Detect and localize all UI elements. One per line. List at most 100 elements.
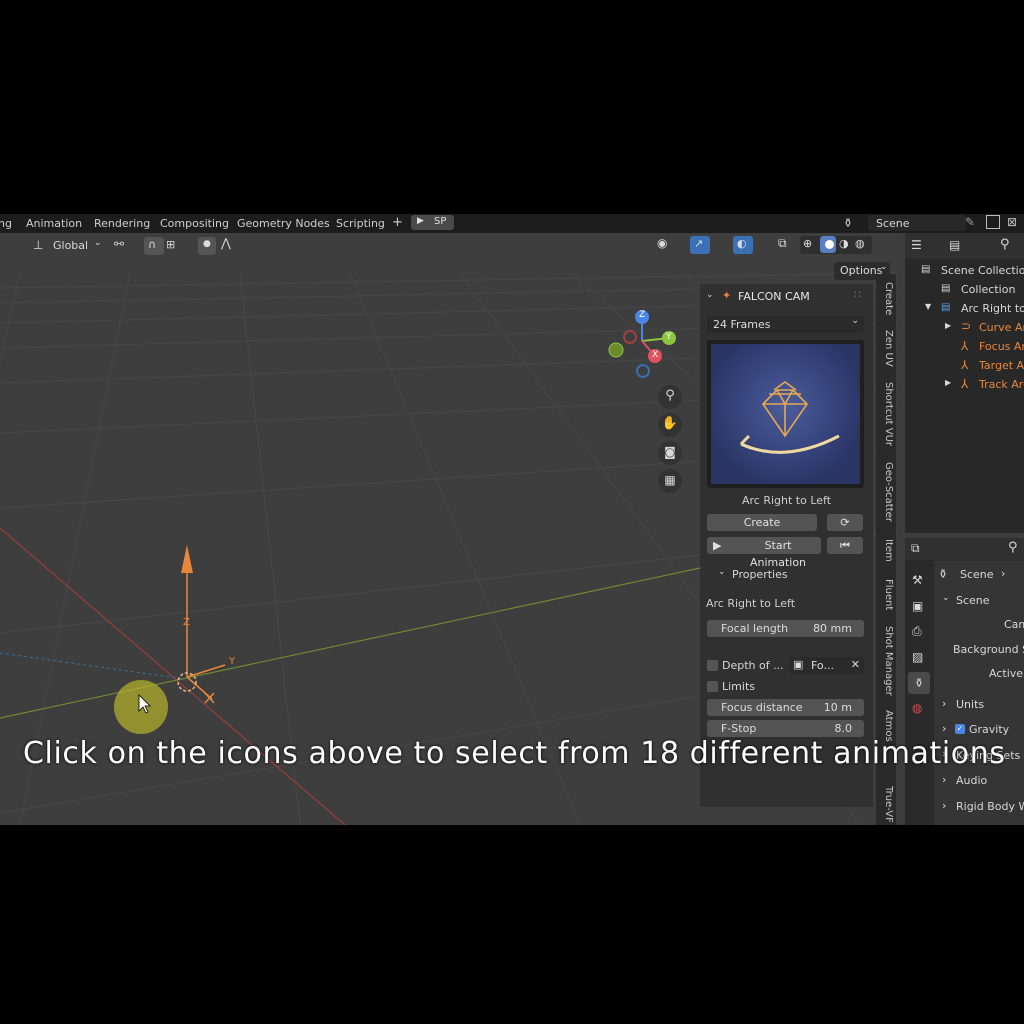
render-tab-icon[interactable]: ▣ <box>912 599 923 613</box>
refresh-button[interactable]: ⟳ <box>827 514 863 531</box>
focus-distance-label: Focus distance <box>721 701 803 714</box>
gizmo-x-label: X <box>652 350 659 360</box>
collapse-chevron-icon[interactable]: ⌄ <box>942 593 950 603</box>
outliner-row-target-arc[interactable]: Target Ar <box>979 359 1024 372</box>
f-stop-field[interactable]: F-Stop 8.0 <box>707 720 864 737</box>
sidebar-tab-zen-uv[interactable]: Zen UV <box>878 330 894 367</box>
xray-icon[interactable]: ⧉ <box>778 236 787 251</box>
create-button[interactable]: Create <box>707 514 817 531</box>
rendered-shading-icon[interactable]: ◍ <box>855 237 865 250</box>
tab-scripting[interactable]: Scripting <box>336 217 385 230</box>
search-icon[interactable]: ⚲ <box>1000 237 1010 252</box>
pin-icon[interactable]: ✎ <box>965 215 975 229</box>
preview-name: Arc Right to Left <box>741 494 832 507</box>
sidebar-tab-fluent[interactable]: Fluent <box>878 579 894 610</box>
limits-label: Limits <box>722 680 755 693</box>
output-tab-icon[interactable]: ⎙ <box>912 624 922 639</box>
chevron-right-icon: › <box>942 697 947 710</box>
sidebar-tab-shortcut[interactable]: Shortcut VUr <box>878 382 894 446</box>
limits-checkbox[interactable] <box>707 681 718 692</box>
collapse-chevron-icon[interactable]: ⌄ <box>706 290 714 300</box>
collapse-chevron-icon[interactable]: ⌄ <box>718 567 726 577</box>
sidebar-tab-true-vfx[interactable]: True-VF <box>878 786 894 823</box>
outliner-row-focus-arc[interactable]: Focus Arc <box>979 340 1024 353</box>
snap-toggle[interactable]: ∩ <box>144 237 164 255</box>
sidebar-tab-item[interactable]: Item <box>878 539 894 562</box>
gravity-checkbox[interactable]: ✓ <box>955 724 965 734</box>
sidebar-tab-geo-scatter[interactable]: Geo-Scatter <box>878 462 894 522</box>
rigid-body-panel-header[interactable]: Rigid Body Wo <box>956 800 1024 813</box>
world-tab-icon[interactable]: ◍ <box>912 701 922 715</box>
outliner-row-scene-collection[interactable]: Scene Collection <box>941 264 1024 277</box>
scene-tab-icon[interactable]: ⚱ <box>908 672 930 694</box>
depth-of-field-checkbox[interactable] <box>707 660 718 671</box>
pivot-point-icon[interactable]: ⚯ <box>114 237 124 251</box>
transform-orientation-select[interactable]: Global <box>53 239 88 252</box>
focal-length-field[interactable]: Focal length 80 mm <box>707 620 864 637</box>
tab-animation[interactable]: Animation <box>26 217 82 230</box>
outliner-row-curve-arc[interactable]: Curve Arc <box>979 321 1024 334</box>
chevron-right-icon: › <box>1001 567 1006 580</box>
scene-icon: ⚱ <box>938 567 949 581</box>
expand-chevron-icon[interactable]: ▶ <box>945 321 951 330</box>
audio-panel-header[interactable]: Audio <box>956 774 987 787</box>
tab-geometry-nodes[interactable]: Geometry Nodes <box>237 217 330 230</box>
jump-to-start-icon: ⏮ <box>840 539 850 552</box>
view-layer-tab-icon[interactable]: ▨ <box>912 650 923 664</box>
delete-scene-icon[interactable]: ⊠ <box>1007 215 1017 229</box>
material-shading-icon[interactable]: ◑ <box>839 237 849 250</box>
scene-selector[interactable]: Scene <box>868 215 966 231</box>
chevron-down-icon: ⌄ <box>851 316 859 326</box>
overlay-toggle[interactable]: ◐ <box>733 236 753 254</box>
sidebar-tab-shot-manager[interactable]: Shot Manager <box>878 626 894 696</box>
start-animation-button[interactable]: ▶ Start Animation <box>707 537 821 569</box>
expand-chevron-icon[interactable]: ▶ <box>945 378 951 387</box>
search-icon[interactable]: ⚲ <box>1008 540 1018 555</box>
chevron-down-icon: ⌄ <box>94 238 102 248</box>
outliner-row-arc-collection[interactable]: Arc Right to L <box>961 302 1024 315</box>
filter-icon[interactable]: ▤ <box>949 238 960 252</box>
falloff-icon[interactable]: ⋀ <box>221 236 231 250</box>
wireframe-shading-icon[interactable]: ⊕ <box>803 237 812 250</box>
snap-increment-icon[interactable]: ⊞ <box>166 238 175 251</box>
tab-sp[interactable]: ▶ SP <box>411 215 454 230</box>
properties-header[interactable]: Properties <box>732 568 788 581</box>
perspective-grid-icon[interactable]: ▦ <box>658 469 682 493</box>
sidebar-tab-create[interactable]: Create <box>878 282 894 315</box>
new-scene-icon[interactable] <box>986 215 1000 229</box>
pan-hand-icon[interactable]: ✋ <box>658 413 682 437</box>
outliner-row-track-arc[interactable]: Track Arc <box>979 378 1024 391</box>
camera-label: Cam <box>1004 618 1024 631</box>
camera-view-icon[interactable]: ◙ <box>658 441 682 465</box>
tab-rendering[interactable]: Rendering <box>94 217 150 230</box>
editor-type-icon[interactable]: ⧉ <box>911 541 920 556</box>
gravity-panel-header[interactable]: Gravity <box>969 723 1009 736</box>
jump-to-start-button[interactable]: ⏮ <box>827 537 863 554</box>
visibility-icon[interactable]: ◉ <box>657 236 667 250</box>
empty-icon: ⅄ <box>961 377 969 391</box>
zoom-icon[interactable]: ⚲ <box>658 385 682 409</box>
frames-dropdown[interactable]: 24 Frames ⌄ <box>707 316 864 333</box>
units-panel-header[interactable]: Units <box>956 698 984 711</box>
focus-object-field[interactable]: ▣ Fo... ✕ <box>789 657 864 674</box>
scene-panel-header[interactable]: Scene <box>956 594 990 607</box>
f-stop-value: 8.0 <box>834 722 853 735</box>
proportional-edit-toggle[interactable]: ● <box>198 237 216 255</box>
animation-preview-button[interactable] <box>707 340 864 488</box>
tool-tab-icon[interactable]: ⚒ <box>912 573 923 587</box>
tab-modeling[interactable]: ng <box>0 217 12 230</box>
magnet-icon: ∩ <box>148 238 157 251</box>
outliner-row-collection[interactable]: Collection <box>961 283 1015 296</box>
play-icon: ▶ <box>417 216 424 226</box>
gizmo-toggle[interactable]: ↗ <box>690 236 710 254</box>
properties-editor: ⧉ ⚲ ⚒ ▣ ⎙ ▨ ⚱ ◍ ⚱ Scene › ⌄ Scene Cam Ba… <box>905 538 1024 825</box>
display-mode-icon[interactable]: ☰ <box>911 238 922 252</box>
add-workspace-button[interactable]: + <box>392 215 403 230</box>
expand-chevron-icon[interactable]: ▼ <box>925 302 931 311</box>
tab-compositing[interactable]: Compositing <box>160 217 229 230</box>
scene-icon[interactable]: ⚱ <box>843 216 853 230</box>
clear-icon[interactable]: ✕ <box>851 658 860 671</box>
focus-distance-field[interactable]: Focus distance 10 m <box>707 699 864 716</box>
drag-handle-icon[interactable]: ∷ <box>854 288 861 301</box>
collection-icon: ▤ <box>941 283 951 294</box>
